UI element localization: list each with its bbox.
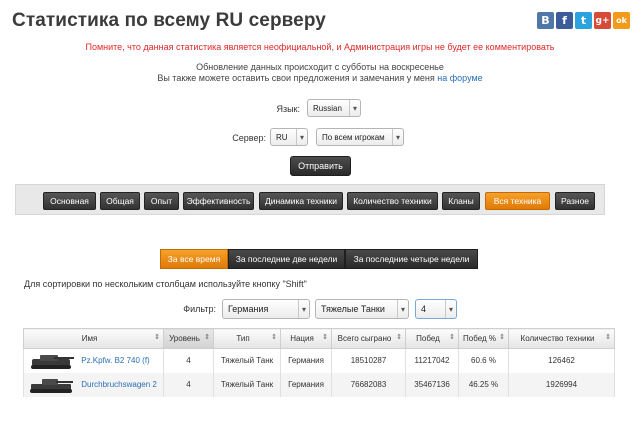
sort-hint: Для сортировки по нескольким столбцам ис… bbox=[24, 279, 307, 289]
server-select[interactable]: RU ▾ bbox=[270, 128, 308, 146]
server-value: RU bbox=[276, 132, 288, 142]
column-header-level[interactable]: Уровень ⇕ bbox=[163, 328, 214, 349]
tab-vehicle-count[interactable]: Количество техники bbox=[347, 192, 438, 210]
tab-clans[interactable]: Кланы bbox=[442, 192, 480, 210]
chevron-down-icon: ▾ bbox=[298, 300, 309, 318]
social-share-bar: B f t g+ ok bbox=[537, 12, 630, 29]
table-row: Pz.Kpfw. B2 740 (f) 4 Тяжелый Танк Герма… bbox=[23, 348, 615, 373]
sort-icon: ⇕ bbox=[396, 334, 402, 341]
players-select[interactable]: По всем игрокам ▾ bbox=[316, 128, 404, 146]
chevron-down-icon: ▾ bbox=[296, 129, 307, 145]
win-pct-cell: 46.25 % bbox=[458, 372, 509, 397]
vk-icon[interactable]: B bbox=[537, 12, 554, 29]
language-label: Язык: bbox=[276, 104, 300, 114]
warning-notice: Помните, что данная статистика является … bbox=[85, 42, 555, 52]
tab-misc[interactable]: Разное bbox=[555, 192, 595, 210]
type-cell: Тяжелый Танк bbox=[213, 348, 281, 373]
nation-cell: Германия bbox=[280, 372, 332, 397]
type-filter-value: Тяжелые Танки bbox=[321, 304, 385, 314]
sort-icon: ⇕ bbox=[499, 334, 505, 341]
wins-cell: 11217042 bbox=[405, 348, 459, 373]
nation-filter-select[interactable]: Германия ▾ bbox=[222, 299, 310, 319]
tab-all-vehicles[interactable]: Вся техника bbox=[485, 192, 550, 210]
nation-cell: Германия bbox=[280, 348, 332, 373]
column-header-win-pct[interactable]: Побед % ⇕ bbox=[458, 328, 509, 349]
period-four-weeks[interactable]: За последние четыре недели bbox=[345, 249, 478, 269]
page-title: Статистика по всему RU серверу bbox=[12, 10, 326, 31]
type-cell: Тяжелый Танк bbox=[213, 372, 281, 397]
chevron-down-icon: ▾ bbox=[397, 300, 408, 318]
vehicle-name-cell: Pz.Kpfw. B2 740 (f) bbox=[23, 348, 164, 373]
submit-button[interactable]: Отправить bbox=[290, 156, 351, 176]
sort-icon: ⇕ bbox=[449, 334, 455, 341]
vehicle-link[interactable]: Durchbruchswagen 2 bbox=[81, 380, 157, 389]
twitter-icon[interactable]: t bbox=[575, 12, 592, 29]
vehicle-link[interactable]: Pz.Kpfw. B2 740 (f) bbox=[81, 356, 149, 365]
facebook-icon[interactable]: f bbox=[556, 12, 573, 29]
table-row: Durchbruchswagen 2 4 Тяжелый Танк Герман… bbox=[23, 372, 615, 397]
odnoklassniki-icon[interactable]: ok bbox=[613, 12, 630, 29]
chevron-down-icon: ▾ bbox=[349, 100, 360, 116]
level-cell: 4 bbox=[163, 348, 214, 373]
played-cell: 18510287 bbox=[331, 348, 406, 373]
count-cell: 1926994 bbox=[508, 372, 615, 397]
column-header-wins[interactable]: Побед ⇕ bbox=[405, 328, 459, 349]
tank-thumbnail-icon bbox=[28, 352, 76, 370]
table-header-row: Имя ⇕ Уровень ⇕ Тип ⇕ Нация ⇕ Всего сыграно ⇕… bbox=[23, 328, 615, 349]
win-pct-cell: 60.6 % bbox=[458, 348, 509, 373]
sort-icon: ⇕ bbox=[271, 334, 277, 341]
column-header-nation[interactable]: Нация ⇕ bbox=[280, 328, 332, 349]
stats-tab-bar: Основная Общая Опыт Эффективность Динами… bbox=[15, 184, 605, 215]
column-header-name[interactable]: Имя ⇕ bbox=[23, 328, 164, 349]
sort-icon: ⇕ bbox=[204, 334, 210, 341]
nation-filter-value: Германия bbox=[228, 304, 269, 314]
vehicle-name-cell: Durchbruchswagen 2 bbox=[23, 372, 164, 397]
forum-link[interactable]: на форуме bbox=[437, 73, 482, 83]
sort-icon: ⇕ bbox=[322, 334, 328, 341]
column-header-type[interactable]: Тип ⇕ bbox=[213, 328, 281, 349]
language-select[interactable]: Russian ▾ bbox=[307, 99, 361, 117]
suggest-notice: Вы также можете оставить свои предложени… bbox=[0, 73, 640, 83]
tab-efficiency[interactable]: Эффективность bbox=[183, 192, 254, 210]
tab-vehicle-dynamics[interactable]: Динамика техники bbox=[259, 192, 343, 210]
level-filter-select[interactable]: 4 ▾ bbox=[415, 299, 457, 319]
update-notice: Обновление данных происходит с субботы н… bbox=[196, 62, 444, 72]
level-filter-value: 4 bbox=[421, 304, 427, 314]
wins-cell: 35467136 bbox=[405, 372, 459, 397]
players-value: По всем игрокам bbox=[322, 132, 385, 142]
count-cell: 126462 bbox=[508, 348, 615, 373]
tab-main[interactable]: Основная bbox=[43, 192, 96, 210]
server-label: Сервер: bbox=[232, 133, 266, 143]
type-filter-select[interactable]: Тяжелые Танки ▾ bbox=[315, 299, 409, 319]
google-plus-icon[interactable]: g+ bbox=[594, 12, 611, 29]
column-header-played[interactable]: Всего сыграно ⇕ bbox=[331, 328, 406, 349]
filter-label: Фильтр: bbox=[183, 304, 216, 314]
chevron-down-icon: ▾ bbox=[445, 300, 456, 318]
period-selector: За все время За последние две недели За … bbox=[160, 249, 478, 269]
sort-icon: ⇕ bbox=[154, 334, 160, 341]
chevron-down-icon: ▾ bbox=[392, 129, 403, 145]
vehicle-stats-table: Имя ⇕ Уровень ⇕ Тип ⇕ Нация ⇕ Всего сыграно ⇕… bbox=[23, 328, 615, 397]
tab-general[interactable]: Общая bbox=[100, 192, 140, 210]
period-two-weeks[interactable]: За последние две недели bbox=[228, 249, 345, 269]
language-value: Russian bbox=[313, 103, 342, 113]
period-all-time[interactable]: За все время bbox=[160, 249, 228, 269]
level-cell: 4 bbox=[163, 372, 214, 397]
tank-thumbnail-icon bbox=[28, 376, 76, 394]
suggest-text: Вы также можете оставить свои предложени… bbox=[157, 73, 435, 83]
column-header-count[interactable]: Количество техники ⇕ bbox=[508, 328, 615, 349]
sort-icon: ⇕ bbox=[605, 334, 611, 341]
played-cell: 76682083 bbox=[331, 372, 406, 397]
tab-experience[interactable]: Опыт bbox=[144, 192, 179, 210]
